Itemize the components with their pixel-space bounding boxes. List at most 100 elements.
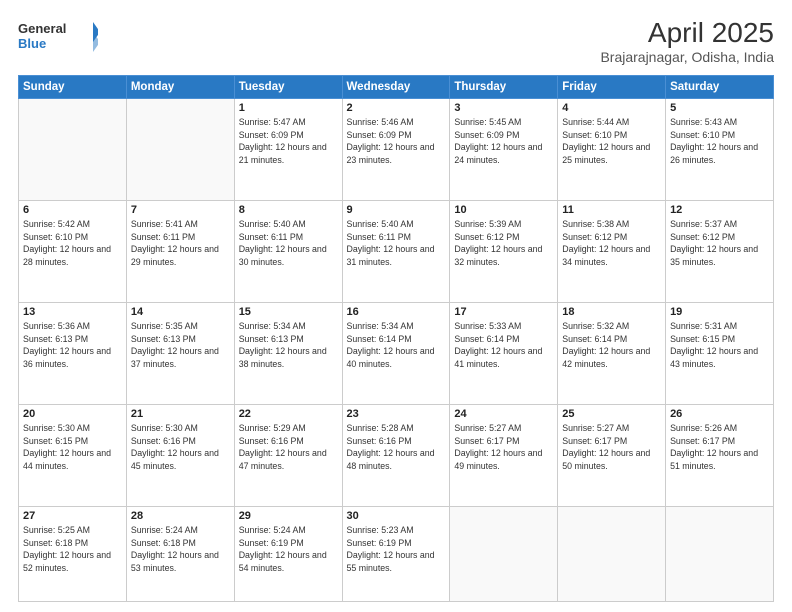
location-title: Brajarajnagar, Odisha, India [600,49,774,65]
day-info: Sunrise: 5:34 AMSunset: 6:14 PMDaylight:… [347,320,446,371]
calendar-cell [126,98,234,200]
calendar-cell: 30Sunrise: 5:23 AMSunset: 6:19 PMDayligh… [342,506,450,601]
day-info: Sunrise: 5:44 AMSunset: 6:10 PMDaylight:… [562,116,661,167]
day-info: Sunrise: 5:31 AMSunset: 6:15 PMDaylight:… [670,320,769,371]
calendar-cell [19,98,127,200]
day-number: 4 [562,102,661,114]
day-header: Friday [558,75,666,98]
day-info: Sunrise: 5:30 AMSunset: 6:15 PMDaylight:… [23,422,122,473]
day-number: 9 [347,204,446,216]
calendar-cell: 4 Sunrise: 5:44 AMSunset: 6:10 PMDaylight… [558,98,666,200]
calendar-cell: 6 Sunrise: 5:42 AMSunset: 6:10 PMDaylight… [19,200,127,302]
day-info: Sunrise: 5:38 AMSunset: 6:12 PMDaylight:… [562,218,661,269]
day-number: 28 [131,510,230,522]
day-number: 12 [670,204,769,216]
calendar-cell: 8 Sunrise: 5:40 AMSunset: 6:11 PMDaylight… [234,200,342,302]
day-info: Sunrise: 5:35 AMSunset: 6:13 PMDaylight:… [131,320,230,371]
month-title: April 2025 [600,18,774,49]
day-info: Sunrise: 5:27 AMSunset: 6:17 PMDaylight:… [562,422,661,473]
day-number: 16 [347,306,446,318]
day-number: 13 [23,306,122,318]
svg-text:Blue: Blue [18,36,46,51]
day-info: Sunrise: 5:40 AMSunset: 6:11 PMDaylight:… [347,218,446,269]
day-number: 1 [239,102,338,114]
day-info: Sunrise: 5:24 AMSunset: 6:18 PMDaylight:… [131,524,230,575]
calendar-cell: 26Sunrise: 5:26 AMSunset: 6:17 PMDayligh… [666,404,774,506]
svg-text:General: General [18,21,66,36]
day-number: 24 [454,408,553,420]
day-number: 11 [562,204,661,216]
day-info: Sunrise: 5:26 AMSunset: 6:17 PMDaylight:… [670,422,769,473]
day-info: Sunrise: 5:32 AMSunset: 6:14 PMDaylight:… [562,320,661,371]
day-info: Sunrise: 5:47 AMSunset: 6:09 PMDaylight:… [239,116,338,167]
day-number: 5 [670,102,769,114]
day-number: 6 [23,204,122,216]
logo: General Blue [18,18,98,54]
page: General Blue April 2025 Brajarajnagar, O… [0,0,792,612]
day-header: Thursday [450,75,558,98]
day-number: 15 [239,306,338,318]
calendar-cell: 15Sunrise: 5:34 AMSunset: 6:13 PMDayligh… [234,302,342,404]
calendar-table: SundayMondayTuesdayWednesdayThursdayFrid… [18,75,774,602]
calendar-cell: 16 Sunrise: 5:34 AMSunset: 6:14 PMDayligh… [342,302,450,404]
calendar-cell: 2Sunrise: 5:46 AMSunset: 6:09 PMDaylight… [342,98,450,200]
day-number: 8 [239,204,338,216]
calendar-cell: 20 Sunrise: 5:30 AMSunset: 6:15 PMDayligh… [19,404,127,506]
calendar-cell: 7 Sunrise: 5:41 AMSunset: 6:11 PMDaylight… [126,200,234,302]
day-number: 20 [23,408,122,420]
day-number: 17 [454,306,553,318]
day-info: Sunrise: 5:41 AMSunset: 6:11 PMDaylight:… [131,218,230,269]
day-info: Sunrise: 5:37 AMSunset: 6:12 PMDaylight:… [670,218,769,269]
day-number: 23 [347,408,446,420]
calendar-cell: 23 Sunrise: 5:28 AMSunset: 6:16 PMDayligh… [342,404,450,506]
day-number: 18 [562,306,661,318]
title-block: April 2025 Brajarajnagar, Odisha, India [600,18,774,65]
day-info: Sunrise: 5:33 AMSunset: 6:14 PMDaylight:… [454,320,553,371]
day-info: Sunrise: 5:29 AMSunset: 6:16 PMDaylight:… [239,422,338,473]
day-header: Wednesday [342,75,450,98]
day-info: Sunrise: 5:40 AMSunset: 6:11 PMDaylight:… [239,218,338,269]
day-header: Saturday [666,75,774,98]
calendar-cell [450,506,558,601]
calendar-cell: 25Sunrise: 5:27 AMSunset: 6:17 PMDayligh… [558,404,666,506]
calendar-cell: 10 Sunrise: 5:39 AMSunset: 6:12 PMDayligh… [450,200,558,302]
calendar-cell: 19 Sunrise: 5:31 AMSunset: 6:15 PMDayligh… [666,302,774,404]
calendar-cell: 14 Sunrise: 5:35 AMSunset: 6:13 PMDayligh… [126,302,234,404]
day-number: 19 [670,306,769,318]
day-info: Sunrise: 5:30 AMSunset: 6:16 PMDaylight:… [131,422,230,473]
day-header: Monday [126,75,234,98]
day-info: Sunrise: 5:27 AMSunset: 6:17 PMDaylight:… [454,422,553,473]
day-info: Sunrise: 5:46 AMSunset: 6:09 PMDaylight:… [347,116,446,167]
logo-icon: General Blue [18,18,98,54]
calendar-cell [558,506,666,601]
day-number: 21 [131,408,230,420]
calendar-cell: 22 Sunrise: 5:29 AMSunset: 6:16 PMDayligh… [234,404,342,506]
header: General Blue April 2025 Brajarajnagar, O… [18,18,774,65]
calendar-cell: 18 Sunrise: 5:32 AMSunset: 6:14 PMDayligh… [558,302,666,404]
day-number: 7 [131,204,230,216]
day-info: Sunrise: 5:45 AMSunset: 6:09 PMDaylight:… [454,116,553,167]
day-header: Tuesday [234,75,342,98]
calendar-cell: 29Sunrise: 5:24 AMSunset: 6:19 PMDayligh… [234,506,342,601]
calendar-cell [666,506,774,601]
calendar-cell: 27Sunrise: 5:25 AMSunset: 6:18 PMDayligh… [19,506,127,601]
calendar-cell: 11 Sunrise: 5:38 AMSunset: 6:12 PMDayligh… [558,200,666,302]
calendar-cell: 21 Sunrise: 5:30 AMSunset: 6:16 PMDayligh… [126,404,234,506]
day-info: Sunrise: 5:42 AMSunset: 6:10 PMDaylight:… [23,218,122,269]
calendar-cell: 13 Sunrise: 5:36 AMSunset: 6:13 PMDayligh… [19,302,127,404]
day-number: 14 [131,306,230,318]
calendar-cell: 28 Sunrise: 5:24 AMSunset: 6:18 PMDayligh… [126,506,234,601]
day-info: Sunrise: 5:23 AMSunset: 6:19 PMDaylight:… [347,524,446,575]
calendar-cell: 5Sunrise: 5:43 AMSunset: 6:10 PMDaylight… [666,98,774,200]
day-info: Sunrise: 5:24 AMSunset: 6:19 PMDaylight:… [239,524,338,575]
day-number: 22 [239,408,338,420]
calendar-cell: 24 Sunrise: 5:27 AMSunset: 6:17 PMDayligh… [450,404,558,506]
day-info: Sunrise: 5:36 AMSunset: 6:13 PMDaylight:… [23,320,122,371]
day-number: 10 [454,204,553,216]
calendar-cell: 12 Sunrise: 5:37 AMSunset: 6:12 PMDayligh… [666,200,774,302]
day-info: Sunrise: 5:28 AMSunset: 6:16 PMDaylight:… [347,422,446,473]
calendar-cell: 1 Sunrise: 5:47 AMSunset: 6:09 PMDaylight… [234,98,342,200]
calendar-cell: 9 Sunrise: 5:40 AMSunset: 6:11 PMDaylight… [342,200,450,302]
day-info: Sunrise: 5:39 AMSunset: 6:12 PMDaylight:… [454,218,553,269]
day-info: Sunrise: 5:25 AMSunset: 6:18 PMDaylight:… [23,524,122,575]
